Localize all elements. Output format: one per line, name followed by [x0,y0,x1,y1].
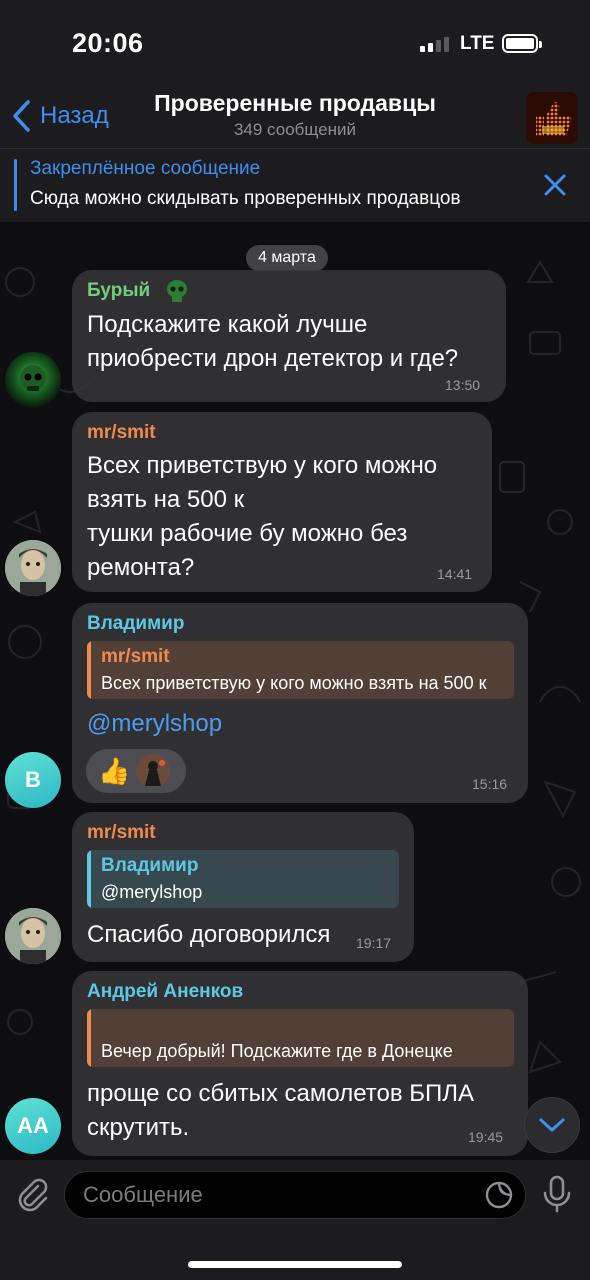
close-icon[interactable] [542,172,568,198]
message-sender[interactable]: mr/smit [87,822,156,844]
sticker-icon[interactable] [485,1181,513,1209]
message-text: Подскажите какой лучше приобрести дрон д… [87,311,459,372]
input-bar [0,1160,590,1280]
message-text: проще со сбитых самолетов БПЛА скрутить. [87,1080,474,1141]
reply-text: Вечер добрый! Подскажите где в Донецке [101,1041,453,1061]
reply-sender: mr/smit [101,646,170,667]
message-text: Спасибо договорился [87,921,331,948]
chat-avatar[interactable] [526,92,578,144]
portrait-avatar-icon [5,540,61,596]
chat-area[interactable]: 4 марта Бурый Подскажите какой лучше при… [0,222,590,1160]
back-label: Назад [40,102,109,129]
date-separator: 4 марта [246,245,328,271]
message-input-field[interactable] [64,1171,526,1219]
message-time: 19:45 [468,1129,504,1145]
reactions[interactable]: 👍 [86,749,186,793]
message-bubble[interactable]: mr/smit Владимир @merylshop Спасибо дого… [72,812,414,962]
signal-icon [420,36,449,52]
reply-quote[interactable]: Вечер добрый! Подскажите где в Донецке [87,1009,514,1067]
avatar[interactable]: В [5,752,61,808]
pinned-text: Сюда можно скидывать проверенных продавц… [30,188,461,209]
avatar[interactable]: АА [5,1098,61,1154]
avatar[interactable] [5,352,61,408]
avatar[interactable] [5,908,61,964]
home-indicator [188,1261,402,1268]
pinned-title: Закреплённое сообщение [30,158,261,179]
thumbs-up-led-icon [526,92,578,144]
reply-quote[interactable]: mr/smit Всех приветствую у кого можно вз… [87,641,514,699]
thumbs-up-icon[interactable]: 👍 [98,756,130,786]
message-input[interactable] [83,1172,473,1218]
message-bubble[interactable]: mr/smit Всех приветствую у кого можно вз… [72,412,492,592]
pin-indicator [14,159,17,211]
status-time: 20:06 [72,28,144,58]
skull-emoji-icon [167,280,187,302]
chat-header: Проверенные продавцы 349 сообщений Назад [0,90,590,148]
message-sender[interactable]: mr/smit [87,422,156,444]
message-sender[interactable]: Бурый [87,280,150,302]
microphone-icon[interactable] [540,1174,574,1214]
chevron-left-icon [13,100,30,132]
reply-text: Всех приветствую у кого можно взять на 5… [101,673,487,693]
pinned-message[interactable]: Закреплённое сообщение Сюда можно скидыв… [0,148,590,222]
message-sender[interactable]: Андрей Аненков [87,981,243,1003]
reply-text: @merylshop [101,882,203,902]
message-bubble[interactable]: Андрей Аненков Вечер добрый! Подскажите … [72,971,528,1156]
user-reaction-avatar [136,754,170,788]
message-text: Всех приветствую у кого можно взять на 5… [87,452,438,581]
portrait-avatar-icon [5,908,61,964]
message-sender[interactable]: Владимир [87,613,184,635]
reply-sender: Владимир [101,855,199,876]
mention-link[interactable]: @merylshop [87,707,222,741]
message-bubble[interactable]: Бурый Подскажите какой лучше приобрести … [72,270,506,402]
skull-avatar-icon [20,365,46,391]
paperclip-icon[interactable] [14,1176,50,1212]
back-button[interactable]: Назад [10,96,109,136]
chevron-down-icon [539,1118,565,1132]
message-time: 14:41 [437,566,473,582]
battery-icon [502,34,542,53]
status-bar: 20:06 LTE [0,0,590,90]
avatar[interactable] [5,540,61,596]
message-time: 15:16 [472,776,508,792]
reply-quote[interactable]: Владимир @merylshop [87,850,399,908]
message-time: 19:17 [356,935,392,951]
scroll-down-button[interactable] [524,1097,580,1153]
message-time: 13:50 [445,377,481,393]
network-label: LTE [460,33,495,54]
